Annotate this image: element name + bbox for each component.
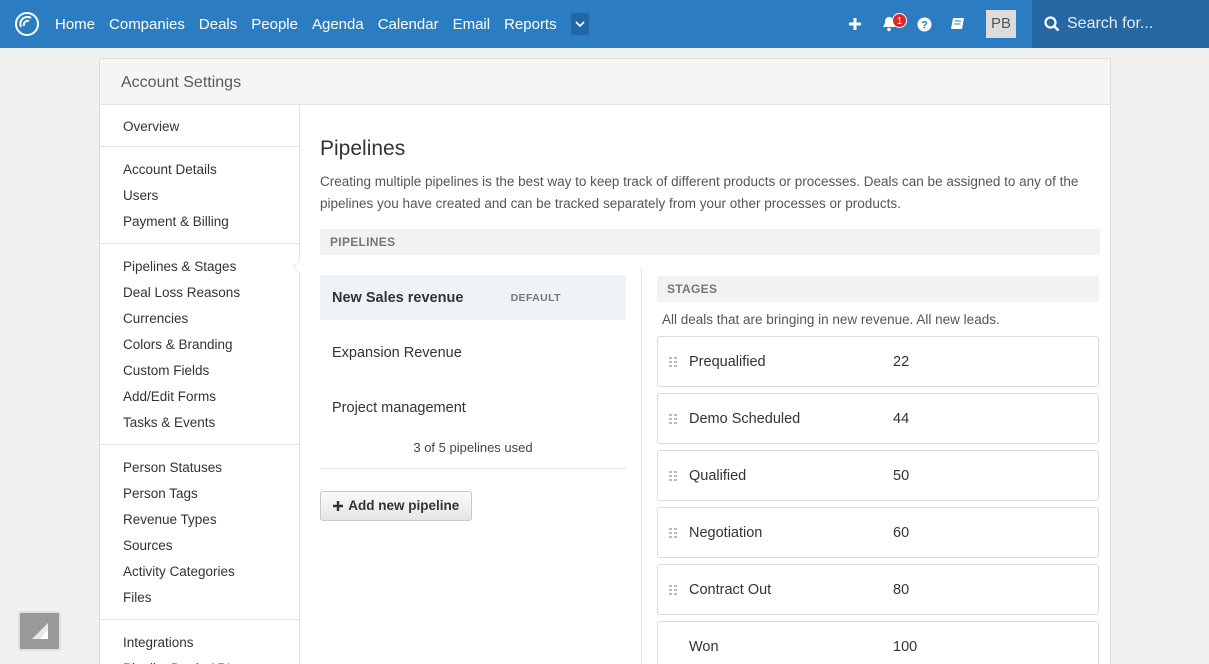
sidebar-item-pipelines-stages[interactable]: Pipelines & Stages (100, 254, 300, 280)
app-logo-icon[interactable] (14, 11, 40, 37)
search-input[interactable] (1067, 15, 1207, 33)
stage-probability: 44 (893, 410, 910, 427)
pipeline-item-expansion-revenue[interactable]: Expansion Revenue (320, 330, 626, 375)
stage-name: Prequalified (689, 353, 766, 370)
pipeline-name: Expansion Revenue (332, 344, 462, 361)
sidebar-group: Person Statuses Person Tags Revenue Type… (100, 445, 299, 620)
nav-people[interactable]: People (251, 16, 298, 33)
user-avatar[interactable]: PB (986, 10, 1016, 38)
stage-probability: 22 (893, 353, 910, 370)
drag-handle-icon[interactable] (669, 470, 677, 481)
add-pipeline-label: Add new pipeline (348, 498, 460, 513)
sidebar-item-integrations[interactable]: Integrations (100, 630, 299, 656)
drag-handle-icon[interactable] (669, 356, 677, 367)
sidebar-group: Integrations PipelineDeals API (100, 620, 299, 664)
sidebar-item-tasks-events[interactable]: Tasks & Events (100, 410, 299, 436)
top-navbar: Home Companies Deals People Agenda Calen… (0, 0, 1209, 48)
nav-calendar[interactable]: Calendar (378, 16, 439, 33)
sidebar-item-users[interactable]: Users (100, 183, 299, 209)
sidebar-item-account-details[interactable]: Account Details (100, 157, 299, 183)
support-widget-icon (31, 623, 48, 639)
drag-handle-icon[interactable] (669, 584, 677, 595)
sidebar-item-currencies[interactable]: Currencies (100, 306, 299, 332)
stages-description: All deals that are bringing in new reven… (662, 312, 1000, 327)
sidebar-item-deal-loss-reasons[interactable]: Deal Loss Reasons (100, 280, 299, 306)
page-description: Creating multiple pipelines is the best … (320, 174, 1079, 211)
settings-sidebar: Overview Account Details Users Payment &… (100, 105, 300, 664)
stage-name: Demo Scheduled (689, 410, 801, 427)
pipelines-content: Pipelines Creating multiple pipelines is… (320, 105, 1100, 664)
sidebar-item-sources[interactable]: Sources (100, 533, 299, 559)
stage-row[interactable]: Negotiation 60 (657, 507, 1099, 558)
pipeline-item-project-management[interactable]: Project management (320, 385, 626, 430)
nav-agenda[interactable]: Agenda (312, 16, 364, 33)
book-icon[interactable] (948, 14, 968, 34)
nav-companies[interactable]: Companies (109, 16, 185, 33)
pipelines-section-header: PIPELINES (320, 229, 1100, 255)
stage-row[interactable]: Demo Scheduled 44 (657, 393, 1099, 444)
stages-section-header: STAGES (657, 276, 1099, 302)
sidebar-item-person-tags[interactable]: Person Tags (100, 481, 299, 507)
stages-list: Prequalified 22 Demo Scheduled 44 Qualif… (657, 336, 1099, 664)
sidebar-group: Pipelines & Stages Deal Loss Reasons Cur… (100, 244, 300, 445)
pipeline-name: Project management (332, 399, 466, 416)
sidebar-item-payment-billing[interactable]: Payment & Billing (100, 209, 299, 235)
search-icon (1044, 16, 1060, 32)
nav-reports[interactable]: Reports (504, 16, 557, 33)
stage-probability: 100 (893, 638, 918, 655)
stage-name: Won (689, 638, 719, 655)
search-box (1032, 0, 1209, 48)
stage-probability: 60 (893, 524, 910, 541)
sidebar-item-activity-categories[interactable]: Activity Categories (100, 559, 299, 585)
stage-name: Negotiation (689, 524, 763, 541)
sidebar-item-colors-branding[interactable]: Colors & Branding (100, 332, 299, 358)
main-nav: Home Companies Deals People Agenda Calen… (55, 0, 589, 48)
sidebar-item-api[interactable]: PipelineDeals API (100, 656, 299, 664)
drag-handle-icon[interactable] (669, 527, 677, 538)
column-divider (641, 267, 642, 664)
sidebar-item-revenue-types[interactable]: Revenue Types (100, 507, 299, 533)
pipelines-list: New Sales revenue DEFAULT Expansion Reve… (320, 275, 626, 521)
nav-deals[interactable]: Deals (199, 16, 237, 33)
sidebar-item-person-statuses[interactable]: Person Statuses (100, 455, 299, 481)
sidebar-item-add-edit-forms[interactable]: Add/Edit Forms (100, 384, 299, 410)
pipeline-item-new-sales-revenue[interactable]: New Sales revenue DEFAULT (320, 275, 626, 320)
chevron-down-icon (575, 21, 585, 27)
sidebar-item-files[interactable]: Files (100, 585, 299, 611)
sidebar-item-overview[interactable]: Overview (100, 114, 299, 140)
stage-row[interactable]: Won 100 (657, 621, 1099, 664)
nav-home[interactable]: Home (55, 16, 95, 33)
panel-title: Account Settings (100, 59, 1110, 105)
pipeline-name: New Sales revenue (332, 289, 464, 306)
pipeline-usage-text: 3 of 5 pipelines used (320, 440, 626, 469)
stage-row[interactable]: Qualified 50 (657, 450, 1099, 501)
stages-panel: STAGES All deals that are bringing in ne… (657, 276, 1099, 664)
stage-name: Contract Out (689, 581, 772, 598)
plus-icon (333, 500, 343, 511)
page-title: Pipelines (320, 137, 406, 160)
account-settings-panel: Account Settings Overview Account Detail… (99, 58, 1111, 664)
support-widget-button[interactable] (18, 611, 61, 651)
nav-email[interactable]: Email (453, 16, 491, 33)
plus-icon[interactable] (845, 14, 865, 34)
nav-more-dropdown[interactable] (570, 13, 589, 35)
stage-probability: 80 (893, 581, 910, 598)
sidebar-group: Account Details Users Payment & Billing (100, 147, 299, 244)
sidebar-group: Overview (100, 105, 299, 147)
drag-handle-icon[interactable] (669, 413, 677, 424)
stage-probability: 50 (893, 467, 910, 484)
sidebar-item-custom-fields[interactable]: Custom Fields (100, 358, 299, 384)
add-pipeline-button[interactable]: Add new pipeline (320, 491, 473, 521)
default-badge: DEFAULT (510, 291, 561, 304)
stage-row[interactable]: Contract Out 80 (657, 564, 1099, 615)
help-icon[interactable]: ? (914, 14, 934, 34)
stage-name: Qualified (689, 467, 747, 484)
svg-text:?: ? (921, 19, 928, 31)
notification-badge: 1 (892, 13, 907, 28)
stage-row[interactable]: Prequalified 22 (657, 336, 1099, 387)
